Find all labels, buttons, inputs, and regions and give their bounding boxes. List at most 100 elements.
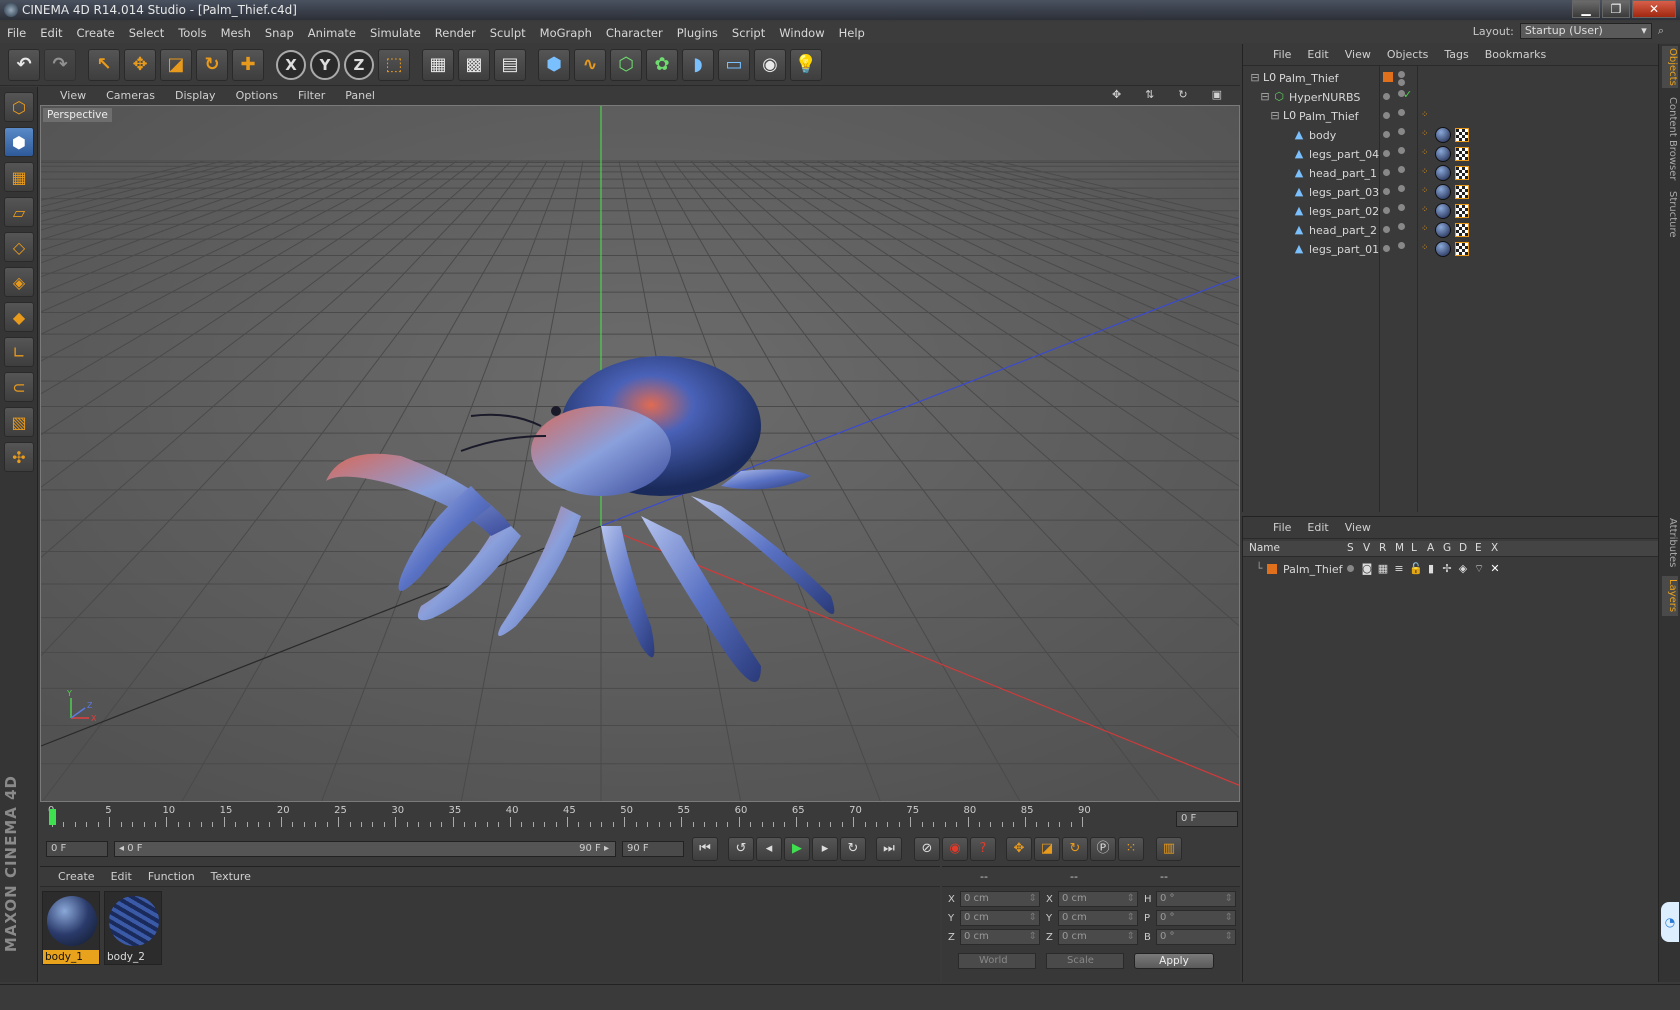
visibility-editor-dot[interactable] [1383,112,1390,119]
key-scale-icon[interactable]: ◪ [1034,837,1060,861]
workplane-lock-icon[interactable]: ▧ [4,407,34,437]
record-keys-icon[interactable]: ◉ [942,837,968,861]
undo-icon[interactable]: ↶ [8,48,40,81]
3d-viewport[interactable]: Y X Z Perspective [40,105,1240,802]
floor-icon[interactable]: ▭ [718,48,750,81]
material-tag-icon[interactable] [1435,165,1451,181]
prev-key-icon[interactable]: ↺ [728,837,754,861]
key-position-icon[interactable]: ✥ [1006,837,1032,861]
layer-manager-icon[interactable]: ≡ [1393,563,1405,575]
menu-tools[interactable]: Tools [171,26,213,40]
mat-menu-function[interactable]: Function [140,870,203,883]
key-parameter-icon[interactable]: Ⓟ [1090,837,1116,861]
visibility-editor-dot[interactable] [1383,169,1390,176]
layer-row[interactable]: └ Palm_Thief ◙ ▦ ≡ 🔓 ▮ ✢ ◈ ⌔ ✕ [1243,559,1653,579]
tree-item[interactable]: ⊟ ⬡ HyperNURBS ✓ [1243,87,1653,107]
menu-edit[interactable]: Edit [33,26,69,40]
tree-item[interactable]: ▲ legs_part_04 ⁘ [1243,144,1653,164]
tree-item[interactable]: ⊟ L0 Palm_Thief ⁘ [1243,106,1653,126]
phong-tag-icon[interactable]: ⁘ [1421,148,1433,160]
menu-help[interactable]: Help [832,26,872,40]
obj-menu-file[interactable]: File [1265,48,1299,61]
phong-tag-icon[interactable]: ⁘ [1421,224,1433,236]
snap-icon[interactable]: ✣ [4,442,34,472]
menu-sculpt[interactable]: Sculpt [483,26,533,40]
light-icon[interactable]: 💡 [790,48,822,81]
visibility-render-dot[interactable] [1398,109,1405,116]
render-settings-icon[interactable]: ▤ [494,48,526,81]
layer-view-eye-icon[interactable]: ◙ [1361,563,1373,575]
obj-menu-view[interactable]: View [1337,48,1379,61]
material-tag-icon[interactable] [1435,222,1451,238]
menu-mesh[interactable]: Mesh [214,26,258,40]
mat-menu-texture[interactable]: Texture [203,870,259,883]
obj-menu-objects[interactable]: Objects [1379,48,1437,61]
nurbs-icon[interactable]: ⬡ [610,48,642,81]
polygons-mode-icon[interactable]: ◆ [4,302,34,332]
teamviewer-icon[interactable]: ◔ [1661,902,1679,942]
position-y-input[interactable]: 0 cm [960,910,1040,926]
uvw-tag-icon[interactable] [1455,128,1469,142]
uvw-tag-icon[interactable] [1455,166,1469,180]
layer-menu-view[interactable]: View [1337,521,1379,534]
apply-button[interactable]: Apply [1134,953,1214,969]
viewport-menu-filter[interactable]: Filter [288,89,335,102]
scale-tool-icon[interactable]: ◪ [160,48,192,81]
deformer-icon[interactable]: ◗ [682,48,714,81]
layer-color-swatch[interactable] [1267,564,1277,574]
layer-expressions-icon[interactable]: ⌔ [1473,563,1485,575]
z-axis-lock-icon[interactable]: Z [344,49,374,80]
points-mode-icon[interactable]: ◇ [4,232,34,262]
col-manager[interactable]: M [1395,542,1404,554]
live-selection-icon[interactable]: ↖ [88,48,120,81]
enabled-check-icon[interactable]: ✓ [1403,88,1412,101]
col-locked[interactable]: L [1411,542,1417,554]
render-picture-viewer-icon[interactable]: ▩ [458,48,490,81]
visibility-render-dot[interactable] [1398,128,1405,135]
layer-lock-icon[interactable]: 🔓 [1409,563,1423,575]
tree-item[interactable]: ▲ legs_part_02 ⁘ [1243,201,1653,221]
col-name[interactable]: Name [1249,542,1280,554]
edges-mode-icon[interactable]: ◈ [4,267,34,297]
end-frame-field[interactable]: 90 F [622,841,684,857]
rotation-h-input[interactable]: 0 ° [1156,891,1236,907]
menu-file[interactable]: File [0,26,33,40]
visibility-editor-dot[interactable] [1383,188,1390,195]
key-pla-icon[interactable]: ⁙ [1118,837,1144,861]
position-z-input[interactable]: 0 cm [960,929,1040,945]
mat-menu-create[interactable]: Create [50,870,103,883]
minimize-button[interactable]: ▁ [1572,0,1600,18]
visibility-editor-dot[interactable] [1383,131,1390,138]
search-icon[interactable]: ⌕ [1658,24,1664,38]
col-render[interactable]: R [1379,542,1386,554]
visibility-editor-dot[interactable] [1383,245,1390,252]
rotation-b-input[interactable]: 0 ° [1156,929,1236,945]
size-x-input[interactable]: 0 cm [1058,891,1138,907]
col-xref[interactable]: X [1491,542,1498,554]
coord-space-dropdown[interactable]: World [958,953,1036,969]
maximize-button[interactable]: ❐ [1602,0,1630,18]
visibility-editor-dot[interactable] [1398,71,1405,78]
layer-xref-icon[interactable]: ✕ [1489,563,1501,575]
coord-mode-dropdown[interactable]: Scale [1046,953,1124,969]
tab-layers[interactable]: Layers [1662,576,1678,616]
prev-frame-icon[interactable]: ◂ [756,837,782,861]
autokey-icon[interactable]: ? [970,837,996,861]
timeline-window-icon[interactable]: ▥ [1156,837,1182,861]
menu-snap[interactable]: Snap [258,26,301,40]
col-generators[interactable]: G [1443,542,1451,554]
uvw-tag-icon[interactable] [1455,147,1469,161]
redo-icon[interactable]: ↷ [44,48,76,81]
zoom-view-icon[interactable]: ⇅ [1135,88,1164,101]
position-x-input[interactable]: 0 cm [960,891,1040,907]
recent-tool-icon[interactable]: ✚ [232,48,264,81]
menu-animate[interactable]: Animate [301,26,363,40]
coordinate-system-icon[interactable]: ⬚ [378,48,410,81]
layer-render-icon[interactable]: ▦ [1377,563,1389,575]
tab-content-browser[interactable]: Content Browser [1662,94,1678,184]
visibility-render-dot[interactable] [1398,223,1405,230]
range-slider[interactable]: ◂ 0 F 90 F ▸ [114,841,616,857]
tab-objects[interactable]: Objects [1662,46,1678,88]
visibility-render-dot[interactable] [1398,166,1405,173]
viewport-menu-cameras[interactable]: Cameras [96,89,165,102]
